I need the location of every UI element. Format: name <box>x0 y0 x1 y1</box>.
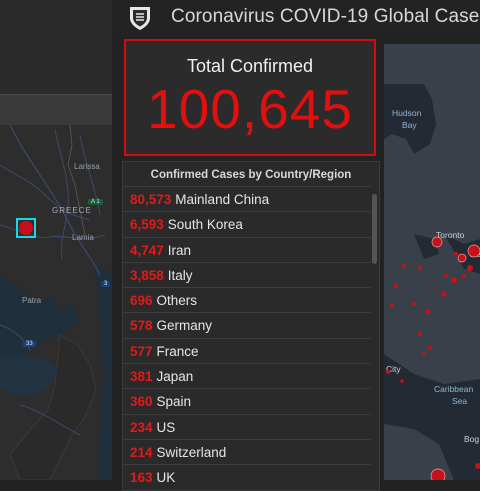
case-marker <box>467 244 480 258</box>
case-count: 360 <box>130 394 153 410</box>
country-list-title: Confirmed Cases by Country/Region <box>150 169 352 181</box>
case-marker <box>462 274 466 278</box>
case-count: 214 <box>130 444 153 460</box>
case-marker <box>412 302 416 306</box>
app-title: Coronavirus COVID-19 Global Cases <box>171 6 480 27</box>
road-shield-3: 3 <box>101 281 111 287</box>
country-name: Italy <box>167 267 193 283</box>
total-confirmed-value: 100,645 <box>147 78 353 140</box>
country-name: Germany <box>156 318 213 334</box>
list-item[interactable]: 163 UK <box>123 464 371 489</box>
country-name: US <box>156 419 176 435</box>
case-marker <box>451 277 457 283</box>
case-marker <box>390 304 394 308</box>
country-list-card: Confirmed Cases by Country/Region 80,573… <box>122 161 380 491</box>
case-marker <box>431 236 443 248</box>
country-name: Iran <box>167 242 192 258</box>
case-marker <box>386 370 390 374</box>
case-marker <box>418 332 422 336</box>
country-name: Japan <box>156 369 194 385</box>
country-name: South Korea <box>167 217 243 233</box>
left-map[interactable]: Larissa GREECE Lamia Patra A 1 3 33 <box>0 0 112 480</box>
case-marker <box>402 264 406 268</box>
case-markers-layer <box>386 236 480 480</box>
country-list[interactable]: 80,573 Mainland China 6,593 South Korea 4,… <box>123 186 371 490</box>
map-label-larissa: Larissa <box>74 162 100 171</box>
list-item[interactable]: 80,573 Mainland China <box>123 186 371 211</box>
list-item[interactable]: 696 Others <box>123 287 371 312</box>
case-count: 578 <box>130 318 153 334</box>
list-scrollbar-thumb[interactable] <box>372 194 377 264</box>
case-marker <box>444 274 448 278</box>
case-marker <box>430 468 446 480</box>
road-shield-a1: A 1 <box>88 199 103 205</box>
dashboard-header: Coronavirus COVID-19 Global Cases <box>112 0 480 36</box>
total-confirmed-card: Total Confirmed 100,645 <box>124 39 376 156</box>
right-map[interactable]: Hudson Bay Toronto New City Caribbean Se… <box>384 36 480 480</box>
university-shield-icon <box>130 7 150 30</box>
list-item[interactable]: 234 US <box>123 413 371 439</box>
case-marker <box>467 265 473 271</box>
list-item[interactable]: 577 France <box>123 337 371 363</box>
map-label-patra: Patra <box>22 296 42 305</box>
map-label-greece: GREECE <box>52 206 92 215</box>
case-marker[interactable] <box>19 221 33 235</box>
case-marker <box>454 252 458 256</box>
case-count: 163 <box>130 470 153 486</box>
case-marker <box>441 291 447 297</box>
case-count: 4,747 <box>130 242 164 258</box>
stats-panel: Total Confirmed 100,645 Confirmed Cases … <box>112 36 384 491</box>
list-item[interactable]: 6,593 South Korea <box>123 211 371 236</box>
case-count: 3,858 <box>130 267 164 283</box>
left-map-toolbar <box>0 94 112 126</box>
country-name: France <box>156 343 199 359</box>
country-name: Spain <box>156 394 192 410</box>
list-item[interactable]: 4,747 Iran <box>123 236 371 262</box>
country-name: Others <box>156 293 198 309</box>
country-name: Switzerland <box>156 444 227 460</box>
left-map-header-area <box>0 0 112 94</box>
case-marker <box>425 309 431 315</box>
case-count: 80,573 <box>130 192 172 207</box>
case-count: 577 <box>130 343 153 359</box>
list-item[interactable]: 360 Spain <box>123 388 371 413</box>
road-shield-33: 33 <box>23 341 36 347</box>
list-item[interactable]: 3,858 Italy <box>123 261 371 287</box>
country-name: UK <box>156 470 176 486</box>
left-map-terrain <box>0 125 112 480</box>
list-item[interactable]: 381 Japan <box>123 363 371 388</box>
map-label-lamia: Lamia <box>72 233 94 242</box>
country-name: Mainland China <box>175 192 270 207</box>
case-marker <box>422 352 426 356</box>
case-marker <box>418 266 422 270</box>
case-marker <box>475 463 480 469</box>
total-confirmed-label: Total Confirmed <box>186 56 314 76</box>
case-marker <box>457 253 467 263</box>
case-count: 234 <box>130 419 153 435</box>
case-count: 6,593 <box>130 217 164 233</box>
case-marker <box>428 346 432 350</box>
case-count: 696 <box>130 293 153 309</box>
case-marker <box>400 379 404 383</box>
list-item[interactable]: 578 Germany <box>123 312 371 337</box>
case-count: 381 <box>130 369 153 385</box>
case-marker <box>394 284 398 288</box>
list-item[interactable]: 214 Switzerland <box>123 438 371 464</box>
